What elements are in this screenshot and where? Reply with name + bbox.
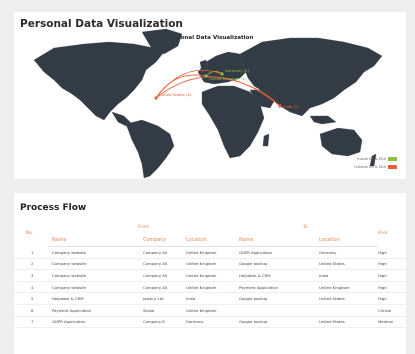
to-location-cell — [319, 304, 378, 317]
company-header: Company — [143, 234, 186, 247]
from-location-cell: Germany — [186, 316, 239, 329]
risk-header: Risk — [378, 231, 388, 237]
company-cell: Company AS — [143, 269, 186, 282]
from-location-cell: United Kingdom — [186, 258, 239, 271]
to-group-header: To — [303, 225, 308, 230]
risk-cell: High — [378, 246, 406, 259]
from-location-cell: United Kingdom — [186, 281, 239, 294]
company-cell: Company B — [143, 316, 186, 329]
from-group-header: From — [138, 225, 150, 230]
row-no: 6 — [14, 304, 48, 317]
risk-cell: High — [378, 269, 406, 282]
to-name-cell — [239, 304, 319, 317]
company-cell: Company AS — [143, 281, 186, 294]
to-location-header: Location — [319, 234, 378, 247]
process-flow-title: Process Flow — [20, 203, 87, 213]
company-cell: Company AS — [143, 246, 186, 259]
risk-cell: High — [378, 281, 406, 294]
to-location-cell: United States — [319, 292, 378, 305]
row-no: 3 — [14, 269, 48, 282]
marker-india — [278, 104, 282, 108]
to-location-cell: India — [319, 269, 378, 282]
from-name-cell: Company website — [48, 258, 143, 271]
row-no: 4 — [14, 281, 48, 294]
risk-cell: Medium — [378, 316, 406, 329]
table-row[interactable]: 6 Payment Application Stripe United Kingdom… — [14, 304, 406, 317]
company-cell: Stripe — [143, 304, 186, 317]
from-location-cell: United Kingdom — [186, 304, 239, 317]
legend-swatch — [388, 157, 397, 161]
to-name-cell: Google backup — [239, 292, 319, 305]
world-map: Germany (2) United Kingdom (4) United St… — [33, 28, 383, 179]
to-location-cell: Germany — [319, 246, 378, 259]
personal-data-card: Personal Data Visualization Personal Dat… — [14, 12, 406, 179]
row-no: 2 — [14, 258, 48, 271]
marker-us — [154, 96, 158, 100]
risk-cell: High — [378, 258, 406, 271]
row-no: 5 — [14, 292, 48, 305]
risk-cell: Critical — [378, 304, 406, 317]
label-germany: Germany (2) — [225, 68, 250, 73]
col-no-header: No. — [26, 231, 34, 237]
row-no: 1 — [14, 246, 48, 259]
table-row[interactable]: 4 Company website Company AS United Kingdom… — [14, 281, 406, 294]
australia-shape — [319, 127, 363, 157]
table-row[interactable]: 3 Company website Company AS United Kingdom… — [14, 269, 406, 282]
label-uk: United Kingdom (4) — [209, 76, 247, 81]
process-flow-card: Process Flow No. From To Risk Name Compa… — [14, 193, 406, 354]
from-name-cell: GDPR Application — [48, 316, 143, 329]
marker-uk — [204, 74, 208, 78]
south-america-shape — [125, 119, 175, 179]
legend-swatch — [388, 165, 397, 169]
legend-inside-eu: Inside EU & EEA — [357, 157, 397, 161]
indonesia-shape — [309, 115, 337, 125]
from-location-cell: India — [186, 292, 239, 305]
label-us: United States (4) — [159, 92, 192, 97]
to-location-cell: United States — [319, 258, 378, 271]
to-name-cell: Google backup — [239, 316, 319, 329]
from-location-cell: United Kingdom — [186, 269, 239, 282]
from-name-cell: Helpdesk & CRM — [48, 292, 143, 305]
legend-label: Outside EU & EEA — [353, 165, 386, 169]
company-cell: Company AS — [143, 258, 186, 271]
from-name-cell: Payment Application — [48, 304, 143, 317]
table-row[interactable]: 7 GDPR Application Company B Germany Google … — [14, 316, 406, 329]
to-location-cell: United States — [319, 316, 378, 329]
legend-outside-eu: Outside EU & EEA — [354, 165, 397, 169]
from-location-cell: United Kingdom — [186, 246, 239, 259]
label-india: India (2) — [283, 104, 299, 109]
legend-label: Inside EU & EEA — [357, 157, 386, 161]
row-no: 7 — [14, 316, 48, 329]
table-row[interactable]: 1 Company website Company AS United Kingdom… — [14, 246, 406, 259]
from-name-header: Name — [48, 234, 143, 247]
north-america-shape — [33, 41, 165, 121]
table-row[interactable]: 2 Company website Company AS United Kingdom… — [14, 258, 406, 271]
to-name-cell: GDPR Application — [239, 246, 319, 259]
table-row[interactable]: 5 Helpdesk & CRM Jaiphur Ltd India Google ba… — [14, 292, 406, 305]
from-name-cell: Company website — [48, 246, 143, 259]
from-location-header: Location — [186, 234, 239, 247]
from-name-cell: Company website — [48, 281, 143, 294]
from-name-cell: Company website — [48, 269, 143, 282]
to-name-header: Name — [239, 234, 319, 247]
madagascar-shape — [262, 133, 270, 147]
process-flow-table: No. From To Risk Name Company Location N… — [14, 221, 406, 329]
to-name-cell: Google backup — [239, 258, 319, 271]
to-location-cell: United Kingdom — [319, 281, 378, 294]
to-name-cell: Payment Application — [239, 281, 319, 294]
to-name-cell: Helpdesk & CRM — [239, 269, 319, 282]
risk-cell: High — [378, 292, 406, 305]
company-cell: Jaiphur Ltd — [143, 292, 186, 305]
